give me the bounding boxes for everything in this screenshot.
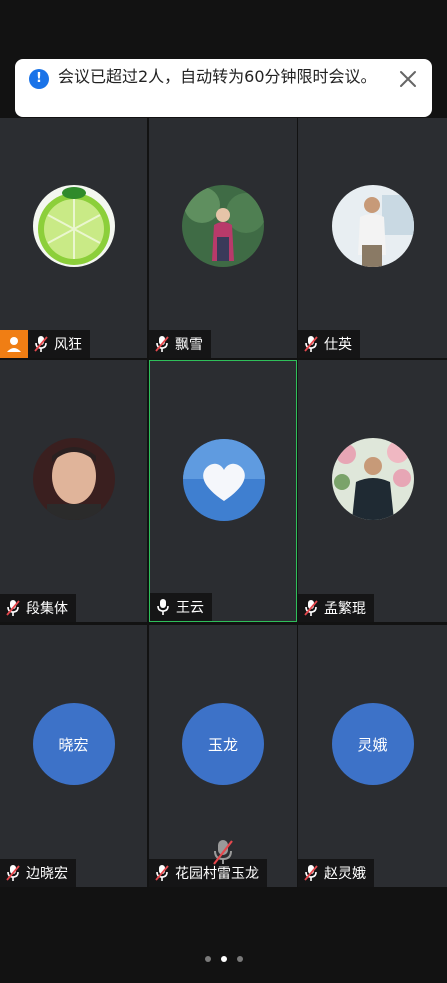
participant-name-label: 段集体	[0, 594, 76, 622]
participant-avatar: 灵娥	[331, 703, 414, 785]
participant-name: 赵灵娥	[324, 866, 366, 882]
mic-icon	[156, 598, 176, 616]
participant-tile[interactable]: 孟繁琨	[298, 360, 447, 622]
participant-name-label: 王云	[150, 593, 212, 621]
participant-tile[interactable]: 王云	[149, 360, 297, 622]
participant-name: 王云	[176, 600, 204, 616]
host-icon	[0, 330, 28, 358]
participant-avatar	[32, 438, 115, 520]
avatar-initials: 晓宏	[58, 735, 89, 754]
participant-name: 飘雪	[175, 337, 203, 353]
participant-name: 段集体	[26, 601, 68, 617]
participant-name: 风狂	[54, 337, 82, 353]
banner-text: 会议已超过2人，自动转为60分钟限时会议。	[58, 67, 377, 86]
participant-avatar	[32, 185, 115, 267]
page-dot[interactable]	[220, 956, 227, 962]
participant-avatar: 晓宏	[32, 703, 115, 785]
participant-tile[interactable]: 飘雪	[149, 118, 297, 358]
page-indicator[interactable]	[0, 956, 447, 962]
time-limit-banner: ! 会议已超过2人，自动转为60分钟限时会议。	[15, 59, 432, 117]
avatar-initials: 灵娥	[357, 735, 388, 754]
participant-name-label: 边晓宏	[0, 859, 76, 887]
mic-muted-icon	[304, 864, 324, 882]
participant-name-label: 风狂	[28, 330, 90, 358]
participant-tile[interactable]: 段集体	[0, 360, 147, 622]
participant-avatar	[182, 185, 264, 267]
info-icon: !	[29, 69, 49, 89]
participant-name: 孟繁琨	[324, 601, 366, 617]
participant-tile[interactable]: 风狂	[0, 118, 147, 358]
participant-name: 边晓宏	[26, 866, 68, 882]
participant-name: 花园村雷玉龙	[175, 866, 259, 882]
participant-avatar	[331, 185, 414, 267]
page-dot[interactable]	[204, 956, 211, 962]
participant-name-label: 孟繁琨	[298, 594, 374, 622]
mic-muted-icon	[304, 335, 324, 353]
meeting-stage: 风狂 飘雪 仕英 段集体 王云 孟繁琨 晓宏 边晓宏 玉龙 花园村雷玉龙 灵娥 …	[0, 0, 447, 983]
participant-tile[interactable]: 晓宏 边晓宏	[0, 625, 147, 887]
participant-tile[interactable]: 灵娥 赵灵娥	[298, 625, 447, 887]
mic-muted-icon	[304, 599, 324, 617]
participant-name-label: 飘雪	[149, 330, 211, 358]
participant-avatar	[331, 438, 414, 520]
participant-name-label: 仕英	[298, 330, 360, 358]
page-dot[interactable]	[236, 956, 243, 962]
participant-name: 仕英	[324, 337, 352, 353]
mic-muted-icon	[34, 335, 54, 353]
mic-muted-icon	[155, 335, 175, 353]
mic-muted-overlay-icon	[213, 840, 233, 865]
mic-muted-icon	[6, 864, 26, 882]
participant-name-label: 赵灵娥	[298, 859, 374, 887]
participant-tile[interactable]: 仕英	[298, 118, 447, 358]
mic-muted-icon	[155, 864, 175, 882]
participant-avatar	[183, 439, 265, 521]
mic-muted-icon	[6, 599, 26, 617]
participant-name-label: 花园村雷玉龙	[149, 859, 267, 887]
participant-avatar: 玉龙	[182, 703, 264, 785]
avatar-initials: 玉龙	[207, 735, 238, 754]
close-icon[interactable]	[398, 69, 418, 89]
